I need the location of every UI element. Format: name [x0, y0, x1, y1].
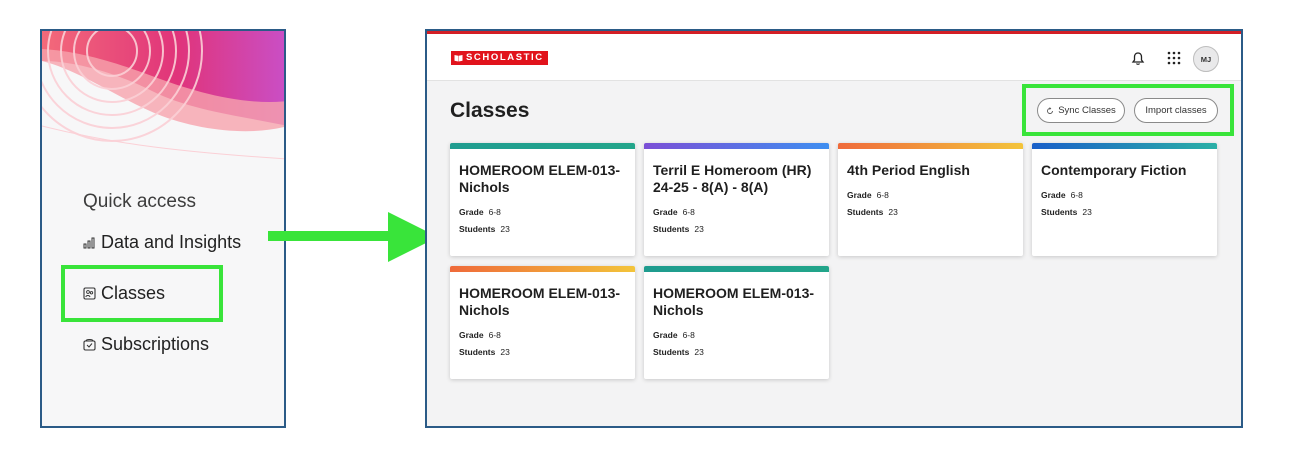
card-color-bar: [644, 143, 829, 149]
highlight-box-buttons: [1022, 84, 1234, 136]
user-avatar[interactable]: MJ: [1193, 46, 1219, 72]
students-value: 23: [500, 347, 510, 357]
class-card[interactable]: HOMEROOM ELEM-013-Nichols Grade 6-8 Stude…: [450, 143, 635, 256]
decorative-hero-graphic: [42, 31, 284, 171]
quick-access-item-subscriptions[interactable]: Subscriptions: [83, 334, 209, 355]
grade-value: 6-8: [488, 207, 501, 217]
class-card-title: 4th Period English: [847, 162, 970, 178]
class-card-students: Students 23: [653, 224, 704, 234]
card-color-bar: [450, 266, 635, 272]
class-card-grade: Grade 6-8: [653, 207, 695, 217]
grade-label: Grade: [1041, 190, 1066, 200]
classes-page-window: SCHOLASTIC MJ Classes Sync Classes Impor…: [425, 29, 1243, 428]
class-card-grade: Grade 6-8: [459, 207, 501, 217]
students-label: Students: [1041, 207, 1078, 217]
class-card-students: Students 23: [1041, 207, 1092, 217]
students-label: Students: [653, 347, 690, 357]
scholastic-logo[interactable]: SCHOLASTIC: [451, 51, 548, 65]
card-color-bar: [644, 266, 829, 272]
class-card[interactable]: HOMEROOM ELEM-013-Nichols Grade 6-8 Stude…: [450, 266, 635, 379]
class-card-students: Students 23: [459, 224, 510, 234]
grade-label: Grade: [653, 330, 678, 340]
class-card-title: HOMEROOM ELEM-013-Nichols: [653, 285, 815, 318]
quick-access-item-label: Data and Insights: [101, 232, 242, 252]
page-title: Classes: [450, 99, 530, 122]
class-card[interactable]: 4th Period English Grade 6-8 Students 23: [838, 143, 1023, 256]
quick-access-heading: Quick access: [83, 191, 196, 212]
students-value: 23: [888, 207, 898, 217]
grade-label: Grade: [847, 190, 872, 200]
quick-access-item-data-insights[interactable]: Data and Insights: [83, 232, 241, 253]
quick-access-panel: Quick access Data and Insights Classes S…: [40, 29, 286, 428]
class-card-grade: Grade 6-8: [653, 330, 695, 340]
class-card[interactable]: Terril E Homeroom (HR) 24-25 - 8(A) - 8(…: [644, 143, 829, 256]
brand-name: SCHOLASTIC: [466, 52, 544, 63]
grade-value: 6-8: [682, 207, 695, 217]
class-card-title: Contemporary Fiction: [1041, 162, 1187, 178]
students-label: Students: [459, 347, 496, 357]
app-grid-icon[interactable]: [1167, 51, 1181, 65]
class-card-grade: Grade 6-8: [1041, 190, 1083, 200]
card-color-bar: [1032, 143, 1217, 149]
class-card-grade: Grade 6-8: [459, 330, 501, 340]
students-value: 23: [694, 224, 704, 234]
grade-label: Grade: [653, 207, 678, 217]
students-value: 23: [1082, 207, 1092, 217]
grade-value: 6-8: [876, 190, 889, 200]
green-arrow-annotation: [268, 212, 438, 262]
class-card[interactable]: Contemporary Fiction Grade 6-8 Students 23: [1032, 143, 1217, 256]
students-value: 23: [500, 224, 510, 234]
class-card-students: Students 23: [459, 347, 510, 357]
top-navigation-bar: SCHOLASTIC MJ: [427, 31, 1241, 81]
grade-label: Grade: [459, 330, 484, 340]
class-card-grade: Grade 6-8: [847, 190, 889, 200]
grade-label: Grade: [459, 207, 484, 217]
quick-access-item-label: Subscriptions: [101, 334, 210, 354]
students-label: Students: [847, 207, 884, 217]
students-value: 23: [694, 347, 704, 357]
class-card-title: HOMEROOM ELEM-013-Nichols: [459, 285, 621, 318]
class-card-students: Students 23: [847, 207, 898, 217]
book-icon: [454, 55, 463, 62]
bell-icon[interactable]: [1131, 51, 1145, 66]
card-color-bar: [838, 143, 1023, 149]
class-card[interactable]: HOMEROOM ELEM-013-Nichols Grade 6-8 Stude…: [644, 266, 829, 379]
highlight-box-classes: [61, 265, 223, 322]
students-label: Students: [459, 224, 496, 234]
subscriptions-icon: [83, 339, 96, 351]
grade-value: 6-8: [488, 330, 501, 340]
class-card-title: Terril E Homeroom (HR) 24-25 - 8(A) - 8(…: [653, 162, 812, 195]
grade-value: 6-8: [682, 330, 695, 340]
bar-chart-icon: [83, 237, 95, 249]
students-label: Students: [653, 224, 690, 234]
grade-value: 6-8: [1070, 190, 1083, 200]
class-card-students: Students 23: [653, 347, 704, 357]
class-card-title: HOMEROOM ELEM-013-Nichols: [459, 162, 621, 195]
card-color-bar: [450, 143, 635, 149]
